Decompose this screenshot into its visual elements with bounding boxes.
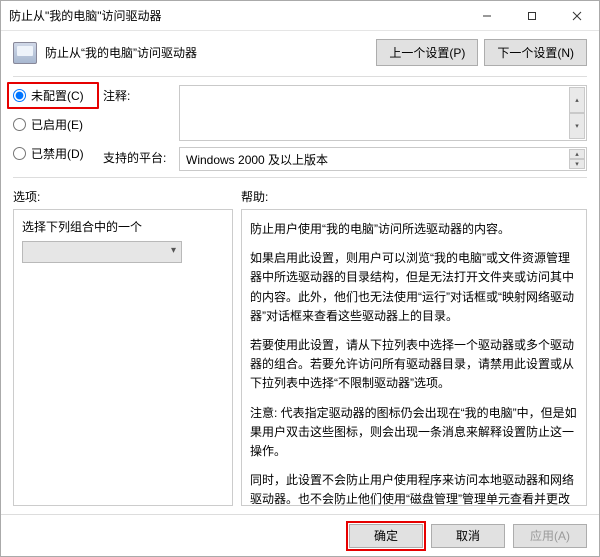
maximize-button[interactable] bbox=[509, 1, 554, 30]
radio-enabled-label: 已启用(E) bbox=[31, 116, 83, 133]
policy-icon bbox=[13, 42, 37, 64]
platform-spin[interactable]: ▴▾ bbox=[569, 149, 585, 169]
help-paragraph: 同时，此设置不会防止用户使用程序来访问本地驱动器和网络驱动器。也不会防止他们使用… bbox=[250, 471, 578, 506]
config-area: 未配置(C) 已启用(E) 已禁用(D) 注释: ▴▾ 支持的平台: Wi bbox=[1, 79, 599, 175]
prev-setting-button[interactable]: 上一个设置(P) bbox=[376, 39, 478, 66]
radio-not-configured-label: 未配置(C) bbox=[31, 87, 84, 104]
header-subtitle: 防止从“我的电脑”访问驱动器 bbox=[45, 44, 368, 61]
options-label: 选项: bbox=[13, 188, 241, 205]
dialog-window: 防止从"我的电脑"访问驱动器 防止从“我的电脑”访问驱动器 上一个设置(P) 下… bbox=[0, 0, 600, 557]
platform-label: 支持的平台: bbox=[103, 147, 173, 166]
platform-value: Windows 2000 及以上版本 bbox=[186, 151, 328, 168]
radio-enabled-input[interactable] bbox=[13, 118, 26, 131]
footer: 确定 取消 应用(A) bbox=[1, 514, 599, 556]
radio-disabled-input[interactable] bbox=[13, 147, 26, 160]
maximize-icon bbox=[527, 11, 537, 21]
help-pane[interactable]: 防止用户使用“我的电脑”访问所选驱动器的内容。 如果启用此设置，则用户可以浏览“… bbox=[241, 209, 587, 506]
radio-not-configured[interactable]: 未配置(C) bbox=[7, 82, 99, 109]
fields-column: 注释: ▴▾ 支持的平台: Windows 2000 及以上版本 ▴▾ bbox=[103, 85, 587, 171]
separator-2 bbox=[13, 177, 587, 178]
ok-button[interactable]: 确定 bbox=[349, 524, 423, 548]
minimize-icon bbox=[482, 11, 492, 21]
help-label: 帮助: bbox=[241, 188, 268, 205]
window-title: 防止从"我的电脑"访问驱动器 bbox=[9, 7, 464, 24]
section-labels: 选项: 帮助: bbox=[1, 180, 599, 209]
options-pane: 选择下列组合中的一个 bbox=[13, 209, 233, 506]
platform-row: 支持的平台: Windows 2000 及以上版本 ▴▾ bbox=[103, 147, 587, 171]
radio-group: 未配置(C) 已启用(E) 已禁用(D) bbox=[13, 85, 93, 171]
comment-input[interactable]: ▴▾ bbox=[179, 85, 587, 141]
help-paragraph: 注意: 代表指定驱动器的图标仍会出现在“我的电脑”中，但是如果用户双击这些图标，… bbox=[250, 404, 578, 462]
options-select-label: 选择下列组合中的一个 bbox=[22, 218, 224, 235]
help-paragraph: 防止用户使用“我的电脑”访问所选驱动器的内容。 bbox=[250, 220, 578, 239]
minimize-button[interactable] bbox=[464, 1, 509, 30]
header-nav: 上一个设置(P) 下一个设置(N) bbox=[376, 39, 587, 66]
cancel-button[interactable]: 取消 bbox=[431, 524, 505, 548]
radio-disabled-label: 已禁用(D) bbox=[31, 145, 84, 162]
titlebar: 防止从"我的电脑"访问驱动器 bbox=[1, 1, 599, 31]
apply-button[interactable]: 应用(A) bbox=[513, 524, 587, 548]
close-button[interactable] bbox=[554, 1, 599, 30]
next-setting-button[interactable]: 下一个设置(N) bbox=[484, 39, 587, 66]
help-paragraph: 如果启用此设置，则用户可以浏览“我的电脑”或文件资源管理器中所选驱动器的目录结构… bbox=[250, 249, 578, 326]
platform-display: Windows 2000 及以上版本 ▴▾ bbox=[179, 147, 587, 171]
comment-spin[interactable]: ▴▾ bbox=[569, 87, 585, 139]
header-row: 防止从“我的电脑”访问驱动器 上一个设置(P) 下一个设置(N) bbox=[1, 31, 599, 74]
close-icon bbox=[572, 11, 582, 21]
help-paragraph: 若要使用此设置，请从下拉列表中选择一个驱动器或多个驱动器的组合。若要允许访问所有… bbox=[250, 336, 578, 394]
radio-disabled[interactable]: 已禁用(D) bbox=[13, 145, 93, 162]
radio-not-configured-input[interactable] bbox=[13, 89, 26, 102]
window-controls bbox=[464, 1, 599, 30]
separator bbox=[13, 76, 587, 77]
main-area: 选择下列组合中的一个 防止用户使用“我的电脑”访问所选驱动器的内容。 如果启用此… bbox=[1, 209, 599, 514]
comment-label: 注释: bbox=[103, 85, 173, 104]
comment-row: 注释: ▴▾ bbox=[103, 85, 587, 141]
options-dropdown[interactable] bbox=[22, 241, 182, 263]
radio-enabled[interactable]: 已启用(E) bbox=[13, 116, 93, 133]
